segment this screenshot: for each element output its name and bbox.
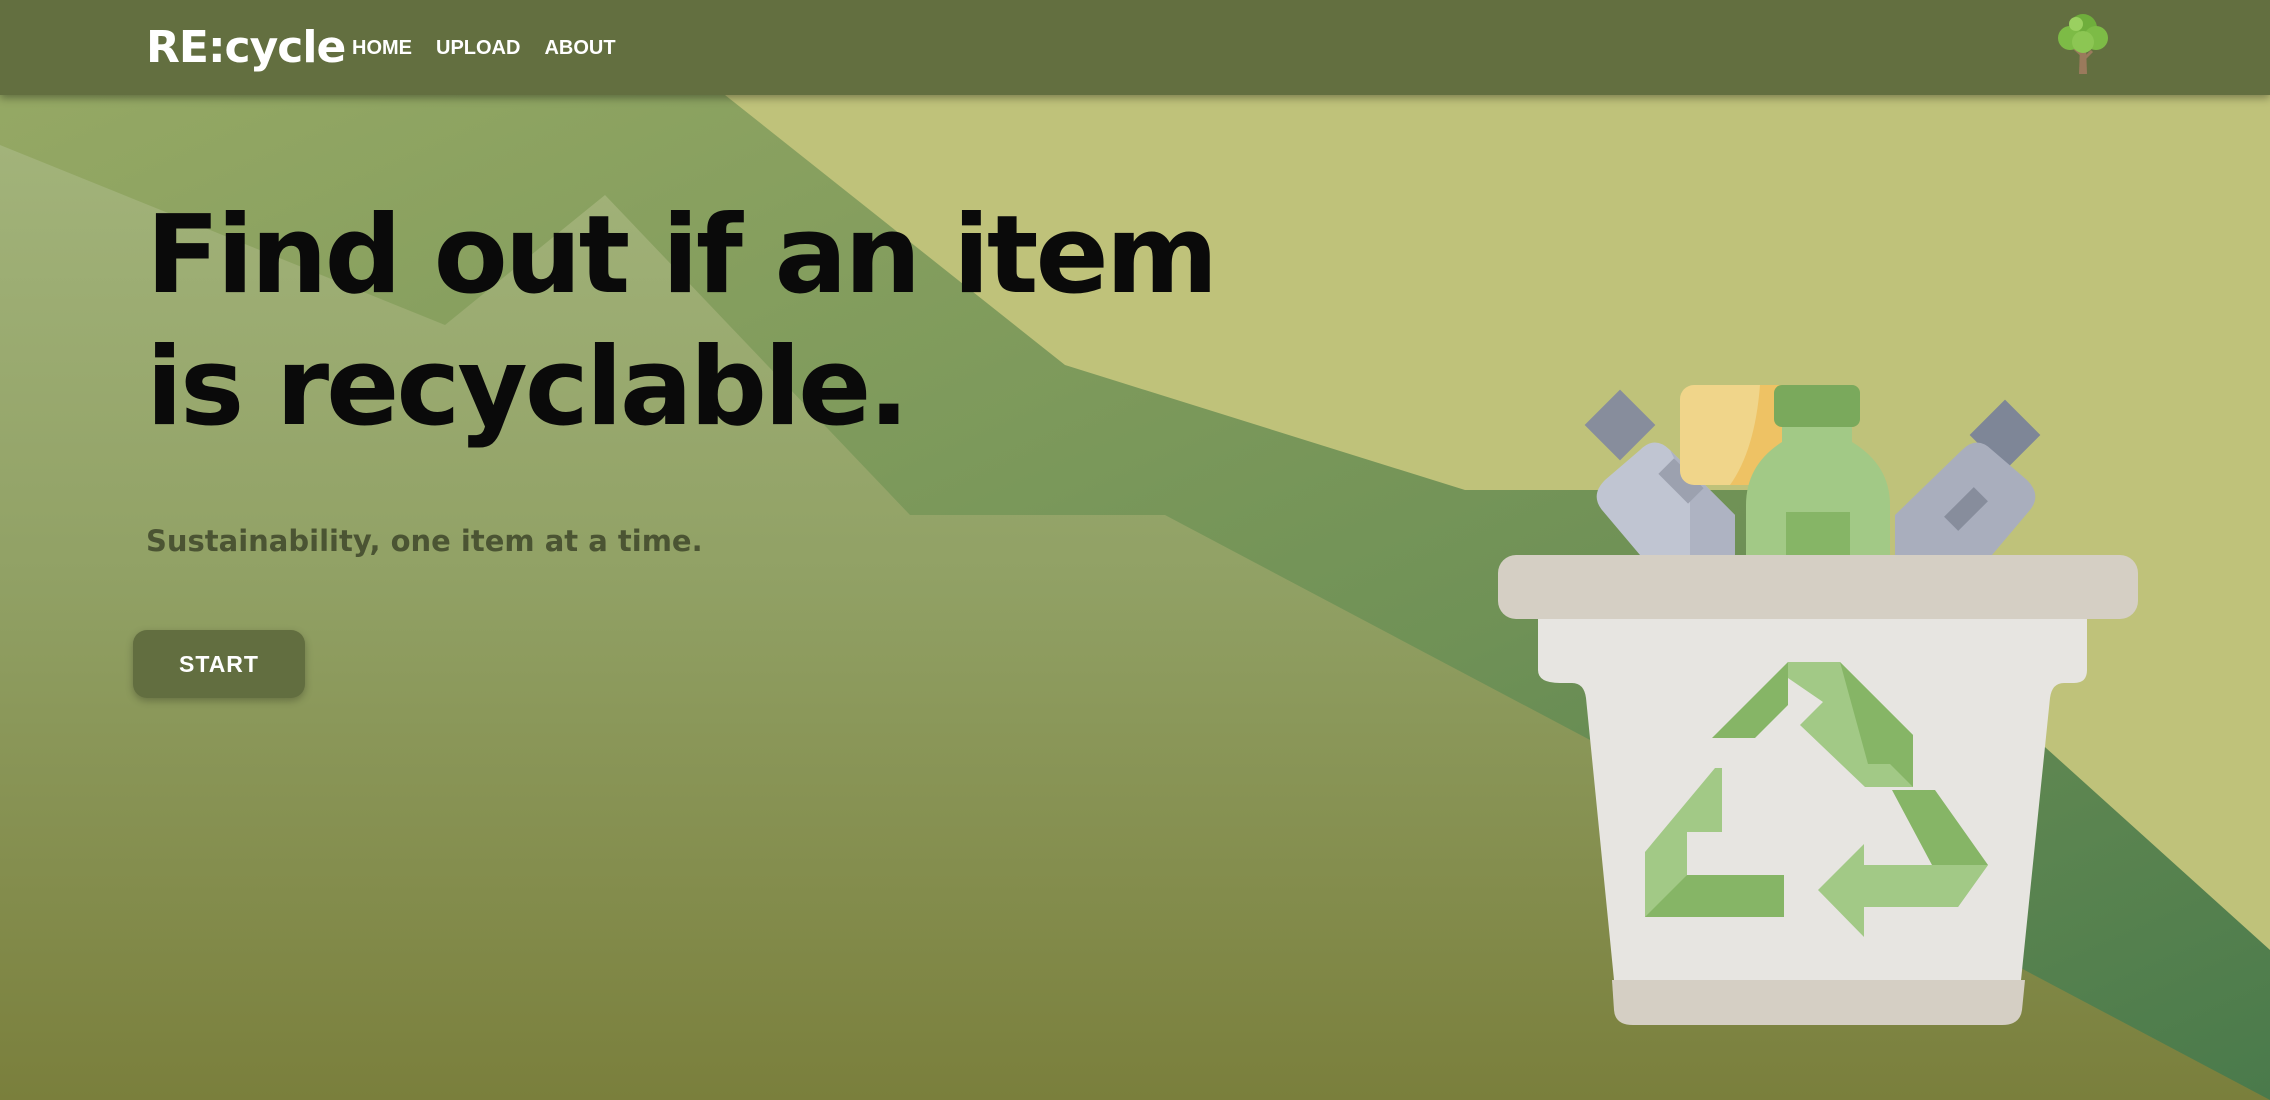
recycling-bin-illustration xyxy=(1498,385,2138,1025)
hero-headline: Find out if an item is recyclable. xyxy=(146,193,1218,450)
right-bottle xyxy=(1895,399,2041,555)
brand-logo[interactable]: RE:cycle xyxy=(146,22,346,74)
start-button[interactable]: START xyxy=(133,630,305,698)
bin xyxy=(1498,555,2138,1025)
top-navbar: RE:cycle HOME UPLOAD ABOUT xyxy=(0,0,2270,95)
nav-about-link[interactable]: ABOUT xyxy=(544,36,615,60)
main-nav: HOME UPLOAD ABOUT xyxy=(352,36,616,60)
hero-tagline: Sustainability, one item at a time. xyxy=(146,524,703,558)
tree-icon xyxy=(2058,14,2108,74)
nav-upload-link[interactable]: UPLOAD xyxy=(436,36,520,60)
nav-home-link[interactable]: HOME xyxy=(352,36,412,60)
